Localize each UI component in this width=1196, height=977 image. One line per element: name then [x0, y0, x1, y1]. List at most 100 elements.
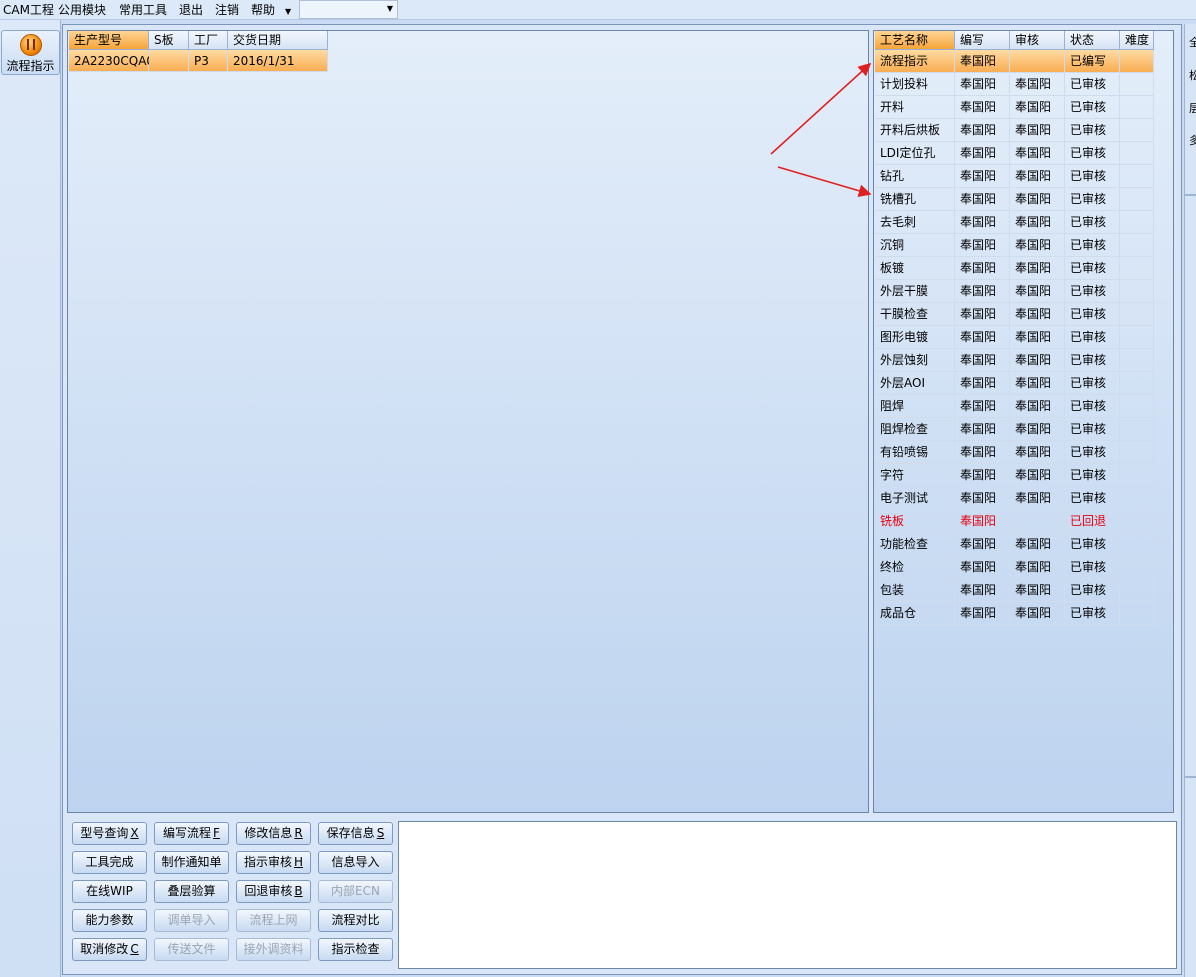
- cell-difficulty: [1120, 395, 1154, 418]
- cell-difficulty: [1120, 73, 1154, 96]
- cell-status: 已审核: [1065, 211, 1120, 234]
- action-button[interactable]: 流程上网: [236, 909, 311, 932]
- action-button[interactable]: 指示审核 H: [236, 851, 311, 874]
- col-header-delivery-date[interactable]: 交货日期: [228, 31, 328, 50]
- menu-cam[interactable]: CAM工程: [3, 2, 54, 18]
- cell-difficulty: [1120, 303, 1154, 326]
- action-button-label: 在线WIP: [86, 884, 133, 898]
- cell-process-name: 图形电镀: [875, 326, 955, 349]
- process-icon: [20, 34, 42, 56]
- menu-common-tools[interactable]: 常用工具: [119, 2, 167, 18]
- process-instruction-button[interactable]: 流程指示: [1, 30, 60, 75]
- menu-help[interactable]: 帮助: [251, 2, 275, 18]
- cell-author: 奉国阳: [955, 372, 1010, 395]
- arrow-to-milling-row: [777, 166, 872, 197]
- menu-logout[interactable]: 注销: [215, 2, 239, 18]
- action-button[interactable]: 取消修改 C: [72, 938, 147, 961]
- cell-status: 已审核: [1065, 441, 1120, 464]
- action-button[interactable]: 传送文件: [154, 938, 229, 961]
- annotation-arrows: [770, 62, 872, 197]
- cell-process-name: 开料: [875, 96, 955, 119]
- action-button[interactable]: 工具完成: [72, 851, 147, 874]
- arrow-to-process-row: [770, 62, 872, 155]
- cell-process-name: 外层干膜: [875, 280, 955, 303]
- action-button[interactable]: 在线WIP: [72, 880, 147, 903]
- cell-reviewer: 奉国阳: [1010, 326, 1065, 349]
- action-button[interactable]: 型号查询 X: [72, 822, 147, 845]
- cell-process-name: 功能检查: [875, 533, 955, 556]
- col-header-factory[interactable]: 工厂: [189, 31, 228, 50]
- cell-status: 已审核: [1065, 579, 1120, 602]
- cell-process-name: 外层AOI: [875, 372, 955, 395]
- cell-process-name: 去毛刺: [875, 211, 955, 234]
- sidebar: 流程指示: [0, 20, 61, 977]
- cell-author: 奉国阳: [955, 188, 1010, 211]
- cell-difficulty: [1120, 464, 1154, 487]
- action-button[interactable]: 叠层验算: [154, 880, 229, 903]
- info-textarea[interactable]: [398, 821, 1177, 969]
- cell-reviewer: 奉国阳: [1010, 73, 1065, 96]
- cell-status: 已审核: [1065, 303, 1120, 326]
- cell-difficulty: [1120, 418, 1154, 441]
- cell-reviewer: 奉国阳: [1010, 257, 1065, 280]
- menu-exit[interactable]: 退出: [179, 2, 203, 18]
- cell-reviewer: [1010, 50, 1065, 73]
- cell-reviewer: 奉国阳: [1010, 188, 1065, 211]
- right-edge-divider: [1185, 194, 1196, 196]
- col-header-difficulty[interactable]: 难度: [1120, 31, 1154, 50]
- cell-status: 已审核: [1065, 533, 1120, 556]
- cell-author: 奉国阳: [955, 533, 1010, 556]
- cell-reviewer: 奉国阳: [1010, 556, 1065, 579]
- action-button[interactable]: 能力参数: [72, 909, 147, 932]
- cell-author: 奉国阳: [955, 326, 1010, 349]
- col-header-process-name[interactable]: 工艺名称: [875, 31, 955, 50]
- cell-difficulty: [1120, 487, 1154, 510]
- action-button[interactable]: 接外调资料: [236, 938, 311, 961]
- cell-process-name: 铣板: [875, 510, 955, 533]
- action-button[interactable]: 流程对比: [318, 909, 393, 932]
- cell-reviewer: 奉国阳: [1010, 464, 1065, 487]
- col-header-model[interactable]: 生产型号: [69, 31, 149, 50]
- action-button[interactable]: 保存信息 S: [318, 822, 393, 845]
- cell-process-name: 阻焊检查: [875, 418, 955, 441]
- col-header-author[interactable]: 编写: [955, 31, 1010, 50]
- action-button[interactable]: 回退审核 B: [236, 880, 311, 903]
- cell-difficulty: [1120, 211, 1154, 234]
- cell-process-name: 钻孔: [875, 165, 955, 188]
- action-button-label: 信息导入: [331, 855, 380, 869]
- col-header-reviewer[interactable]: 审核: [1010, 31, 1065, 50]
- action-button[interactable]: 调单导入: [154, 909, 229, 932]
- cell-reviewer: [1010, 510, 1065, 533]
- action-button[interactable]: 内部ECN: [318, 880, 393, 903]
- cell-process-name: 有铅喷锡: [875, 441, 955, 464]
- process-instruction-label: 流程指示: [6, 59, 55, 73]
- action-button[interactable]: 修改信息 R: [236, 822, 311, 845]
- cell-sboard: [149, 50, 189, 72]
- action-button-label: 指示审核: [243, 855, 292, 869]
- cell-difficulty: [1120, 510, 1154, 533]
- col-header-status[interactable]: 状态: [1065, 31, 1120, 50]
- cell-reviewer: 奉国阳: [1010, 395, 1065, 418]
- cell-status: 已审核: [1065, 602, 1120, 625]
- cell-status: 已审核: [1065, 349, 1120, 372]
- menu-dropdown[interactable]: ▼: [299, 0, 398, 19]
- cell-reviewer: 奉国阳: [1010, 441, 1065, 464]
- cell-difficulty: [1120, 96, 1154, 119]
- action-button[interactable]: 编写流程 F: [154, 822, 229, 845]
- cell-process-name: 板镀: [875, 257, 955, 280]
- cell-process-name: 计划投料: [875, 73, 955, 96]
- cell-status: 已回退: [1065, 510, 1120, 533]
- cell-reviewer: 奉国阳: [1010, 579, 1065, 602]
- col-header-sboard[interactable]: S板: [149, 31, 189, 50]
- menu-common-modules[interactable]: 公用模块: [58, 2, 106, 18]
- action-button-label: 流程对比: [331, 913, 380, 927]
- action-button[interactable]: 信息导入: [318, 851, 393, 874]
- cell-reviewer: 奉国阳: [1010, 349, 1065, 372]
- cell-status: 已审核: [1065, 142, 1120, 165]
- action-button[interactable]: 制作通知单: [154, 851, 229, 874]
- cell-difficulty: [1120, 556, 1154, 579]
- menu-overflow-icon[interactable]: ▼: [285, 4, 291, 20]
- action-button[interactable]: 指示检查: [318, 938, 393, 961]
- cell-status: 已审核: [1065, 188, 1120, 211]
- right-edge-char: 层: [1189, 102, 1196, 115]
